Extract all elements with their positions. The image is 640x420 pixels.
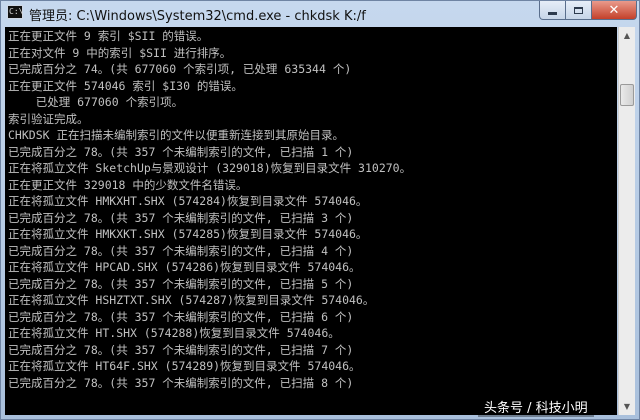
console-line: 已完成百分之 78。(共 357 个未编制索引的文件, 已扫描 8 个) — [8, 375, 354, 390]
watermark: 头条号 / 科技小明 — [478, 396, 594, 417]
close-button[interactable]: ✕ — [592, 1, 637, 20]
cmd-window: C:\ 管理员: C:\Windows\System32\cmd.exe - c… — [0, 0, 640, 420]
minimize-icon — [548, 11, 557, 15]
console-line: 已完成百分之 78。(共 357 个未编制索引的文件, 已扫描 7 个) — [8, 342, 354, 357]
console-line: 正在更正文件 9 索引 $SII 的错误。 — [8, 29, 209, 43]
console-line: 已完成百分之 78。(共 357 个未编制索引的文件, 已扫描 4 个) — [8, 243, 354, 258]
console-line: 已完成百分之 74。(共 677060 个索引项, 已处理 635344 个) — [8, 62, 352, 76]
minimize-button[interactable] — [539, 1, 566, 20]
console-line: 正在将孤立文件 HMKXKT.SHX (574285)恢复到目录文件 57404… — [8, 227, 368, 241]
title-bar[interactable]: C:\ 管理员: C:\Windows\System32\cmd.exe - c… — [1, 1, 639, 27]
vertical-scrollbar[interactable]: ▲ ▼ — [618, 27, 635, 415]
console-line: 正在将孤立文件 HSHZTXT.SHX (574287)恢复到目录文件 5740… — [8, 293, 375, 307]
console-line: 正在更正文件 574046 索引 $I30 的错误。 — [8, 78, 243, 93]
scrollbar-thumb[interactable] — [620, 83, 634, 106]
console-line: 索引验证完成。 — [8, 111, 89, 126]
console-line: 已完成百分之 78。(共 357 个未编制索引的文件, 已扫描 6 个) — [8, 309, 354, 324]
console-line: 正在将孤立文件 SketchUp与景观设计 (329018)恢复到目录文件 31… — [8, 161, 412, 175]
console-line: 正在更正文件 329018 中的少数文件名错误。 — [8, 177, 248, 192]
console-output[interactable]: 正在更正文件 9 索引 $SII 的错误。正在对文件 9 中的索引 $SII 进… — [5, 27, 617, 415]
console-line: 已完成百分之 78。(共 357 个未编制索引的文件, 已扫描 1 个) — [8, 144, 354, 159]
maximize-icon — [574, 6, 583, 14]
cmd-icon[interactable]: C:\ — [7, 5, 23, 19]
console-line: 正在将孤立文件 HPCAD.SHX (574286)恢复到目录文件 574046… — [8, 260, 361, 274]
scroll-down-arrow-icon[interactable]: ▼ — [619, 398, 635, 415]
close-icon: ✕ — [608, 2, 620, 18]
maximize-button[interactable] — [566, 1, 592, 20]
console-line: 正在将孤立文件 HT64F.SHX (574289)恢复到目录文件 574046… — [8, 359, 361, 373]
console-line: 已完成百分之 78。(共 357 个未编制索引的文件, 已扫描 5 个) — [8, 276, 354, 291]
console-line: 已完成百分之 78。(共 357 个未编制索引的文件, 已扫描 3 个) — [8, 210, 354, 225]
console-line: 已处理 677060 个索引项。 — [8, 95, 184, 109]
scroll-up-arrow-icon[interactable]: ▲ — [619, 27, 635, 44]
console-line: CHKDSK 正在扫描未编制索引的文件以便重新连接到其原始目录。 — [8, 128, 344, 142]
console-line: 正在对文件 9 中的索引 $SII 进行排序。 — [8, 45, 232, 60]
console-line: 正在将孤立文件 HT.SHX (574288)恢复到目录文件 574046。 — [8, 326, 340, 340]
window-title: 管理员: C:\Windows\System32\cmd.exe - chkds… — [29, 9, 366, 24]
console-line: 正在将孤立文件 HMKXHT.SHX (574284)恢复到目录文件 57404… — [8, 194, 368, 208]
